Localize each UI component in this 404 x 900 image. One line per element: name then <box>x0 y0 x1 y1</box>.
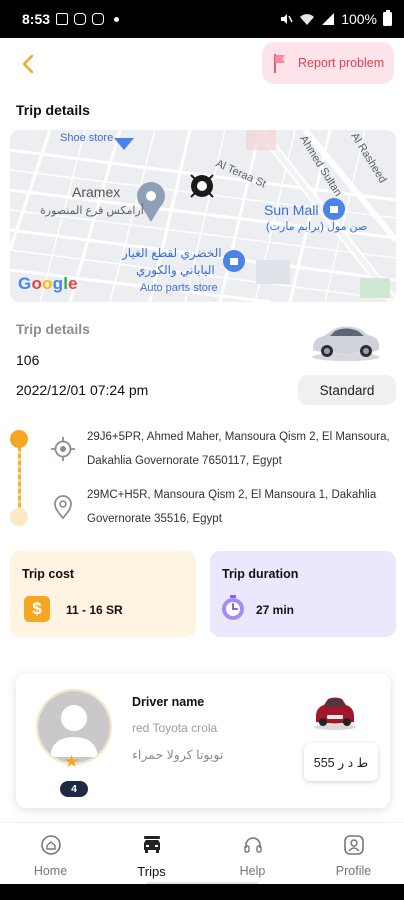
nav-profile[interactable]: Profile <box>303 823 404 884</box>
dollar-icon: $ <box>24 596 50 622</box>
car-image <box>312 326 380 361</box>
nav-profile-label: Profile <box>335 864 372 878</box>
google-logo: Google <box>18 274 78 293</box>
flag-icon <box>274 54 285 73</box>
trip-cost-title: Trip cost <box>22 567 75 581</box>
status-bar: 8:53 100% <box>0 0 404 38</box>
driver-rating-badge: 4 <box>60 781 88 797</box>
signal-icon <box>322 13 335 25</box>
report-problem-label: Report problem <box>298 56 385 70</box>
system-navigation-bar <box>0 884 404 900</box>
nav-home[interactable]: Home <box>0 823 101 884</box>
trip-cost-card: Trip cost $ 11 - 16 SR <box>10 551 196 637</box>
trip-date: 2022/12/01 07:24 pm <box>16 382 149 398</box>
map-label-shoe-store: Shoe store <box>60 132 114 144</box>
route-end-dot <box>10 508 28 526</box>
trip-category-badge: Standard <box>298 375 396 405</box>
trip-duration-value: 27 min <box>256 603 295 617</box>
pickup-address: 29J6+5PR, Ahmed Maher, Mansoura Qism 2, … <box>87 431 390 467</box>
trip-map[interactable]: Shoe store Aramex أرامكس فرع المنصورة Al… <box>10 130 396 302</box>
map-label-parts-ar-1: الخضري لقطع الغيار <box>122 246 222 260</box>
driver-car-english: red Toyota crola <box>132 721 218 735</box>
driver-name: Driver name <box>132 695 205 709</box>
nav-home-label: Home <box>33 864 68 878</box>
nav-trips-label: Trips <box>137 864 166 879</box>
driver-car-arabic: تويوتا كرولا حمراء <box>132 748 224 762</box>
trip-duration-title: Trip duration <box>222 567 299 581</box>
map-label-sun-mall: Sun Mall <box>264 202 319 218</box>
instagram-notification-icon-2 <box>92 13 105 25</box>
more-notifications-icon <box>114 16 120 22</box>
dropoff-pin-icon <box>54 495 72 520</box>
bottom-navigation: Home Trips Help Profile <box>0 822 404 884</box>
status-time: 8:53 <box>22 11 51 27</box>
map-label-aramex: Aramex <box>72 184 121 200</box>
page-title: Trip details <box>16 102 90 118</box>
route-start-dot <box>10 430 28 448</box>
license-plate: 555 ط د ر <box>304 743 378 781</box>
home-icon <box>39 833 63 857</box>
map-label-parts-ar-2: الياباني والكوري <box>136 263 215 277</box>
nav-trips[interactable]: Trips <box>101 823 202 884</box>
map-label-parts-en: Auto parts store <box>140 282 218 294</box>
battery-percent: 100% <box>341 11 377 27</box>
route-line <box>18 440 21 516</box>
trip-duration-card: Trip duration 27 min <box>210 551 396 637</box>
car-icon <box>140 833 164 857</box>
profile-icon <box>342 833 366 857</box>
wifi-icon <box>300 14 315 25</box>
gallery-notification-icon <box>56 13 69 25</box>
trip-details-heading: Trip details <box>16 321 90 337</box>
driver-car-image <box>314 697 356 730</box>
driver-card[interactable]: ★ 4 Driver name red Toyota crola تويوتا … <box>16 673 390 808</box>
nav-help-label: Help <box>239 864 266 878</box>
headset-icon <box>241 833 265 857</box>
report-problem-button[interactable]: Report problem <box>262 42 394 84</box>
dropoff-address: 29MC+H5R, Mansoura Qism 2, El Mansoura 1… <box>87 489 377 525</box>
stopwatch-icon <box>222 595 244 620</box>
instagram-notification-icon <box>74 13 87 25</box>
battery-icon <box>383 10 392 26</box>
pickup-target-icon <box>51 437 75 461</box>
nav-help[interactable]: Help <box>202 823 303 884</box>
back-button[interactable] <box>10 46 46 82</box>
mute-icon <box>281 14 293 24</box>
trip-cost-value: 11 - 16 SR <box>66 603 123 617</box>
chevron-left-icon <box>22 54 34 74</box>
rating-star-icon: ★ <box>64 752 80 771</box>
map-label-sun-mall-ar: صن مول (برايم مارت) <box>266 221 368 233</box>
trip-id: 106 <box>16 352 40 368</box>
map-label-aramex-ar: أرامكس فرع المنصورة <box>40 205 144 217</box>
